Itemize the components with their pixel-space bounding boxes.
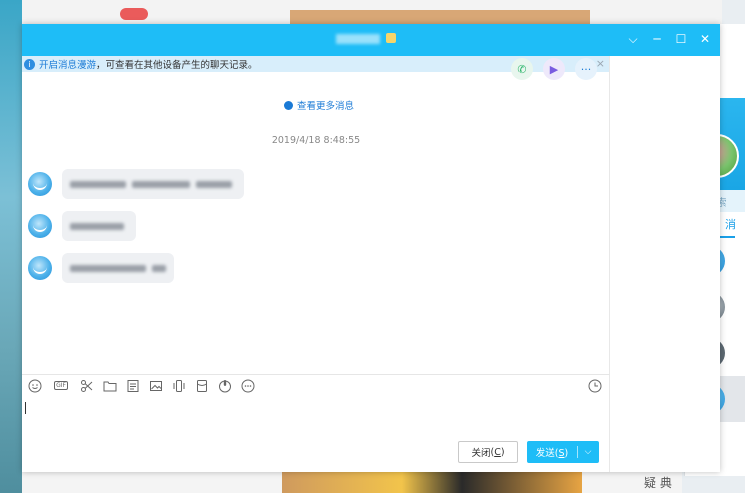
sender-avatar[interactable] [28,172,52,196]
blurred-text [70,180,126,188]
more-tools-icon[interactable] [241,379,255,393]
message-bubble-blurred[interactable] [62,253,174,283]
view-more-messages[interactable]: 查看更多消息 [284,98,354,112]
view-more-label: 查看更多消息 [297,101,355,112]
desktop-background-top [22,0,722,24]
close-button-label: 关闭 [471,448,491,459]
info-icon: i [24,58,35,70]
message-timestamp: 2019/4/18 8:48:55 [271,135,361,146]
banner-text: ，可查看在其他设备产生的聊天记录。 [96,60,258,71]
voice-call-icon[interactable]: ✆ [511,58,533,80]
minimize-button[interactable]: ─ [650,30,664,48]
background-badge [120,8,148,20]
send-button-label: 发送 [535,448,555,459]
close-button-key: C [494,446,501,458]
message-item [28,211,136,241]
blurred-text [132,180,190,188]
background-text: 疑 典 我 [644,476,672,490]
input-toolbar: GIF [22,374,610,396]
sender-avatar[interactable] [28,214,52,238]
chat-area: i 开启消息漫游 ，可查看在其他设备产生的聊天记录。 × ✆ ▶ ··· 查看更… [22,56,610,472]
send-options-chevron-icon[interactable]: ⌵ [578,447,598,457]
history-clock-icon[interactable] [588,379,602,393]
send-button-key: S [558,448,565,459]
maximize-button[interactable]: ☐ [674,30,688,48]
message-item [28,253,174,283]
enable-roaming-link[interactable]: 开启消息漫游 [39,57,96,71]
red-packet-icon[interactable] [195,379,209,393]
gif-icon[interactable]: GIF [51,379,71,393]
send-button[interactable]: 发送(S) ⌵ [527,441,599,463]
screenshot-scissors-icon[interactable] [80,379,94,393]
chat-window: ⌵ ─ ☐ ✕ i 开启消息漫游 ，可查看在其他设备产生的聊天记录。 × ✆ ▶… [22,24,720,472]
emoji-icon[interactable] [28,379,42,393]
shake-icon[interactable] [172,379,186,393]
message-bubble-blurred[interactable] [62,211,136,241]
blurred-text [70,264,147,272]
clock-icon [284,100,293,110]
close-button[interactable]: 关闭(C) [458,441,518,463]
desktop-background-bottom: 疑 典 我 [22,472,682,493]
collapse-button[interactable]: ⌵ [626,30,640,48]
window-controls: ⌵ ─ ☐ ✕ [626,30,712,48]
close-window-button[interactable]: ✕ [698,30,712,48]
blurred-text [196,180,232,188]
vip-icon [386,33,396,43]
blurred-text [152,264,166,272]
document-icon[interactable] [126,379,140,393]
text-input-caret[interactable] [25,402,26,414]
sender-avatar[interactable] [28,256,52,280]
background-image-strip [290,10,590,24]
voice-message-icon[interactable] [218,379,232,393]
image-icon[interactable] [149,379,163,393]
window-title-blurred [336,34,380,44]
send-button-text: 发送(S) [535,448,569,459]
banner-close-button[interactable]: × [596,57,605,70]
desktop-background-left [0,0,22,493]
message-bubble-blurred[interactable] [62,169,244,199]
blurred-text [70,222,124,230]
message-item [28,169,244,199]
gif-label: GIF [54,381,68,390]
video-call-icon[interactable]: ▶ [543,58,565,80]
more-options-icon[interactable]: ··· [575,58,597,80]
title-bar[interactable]: ⌵ ─ ☐ ✕ [22,24,720,56]
background-image-strip-bottom [282,472,582,493]
call-buttons: ✆ ▶ ··· [511,58,597,80]
folder-icon[interactable] [103,379,117,393]
